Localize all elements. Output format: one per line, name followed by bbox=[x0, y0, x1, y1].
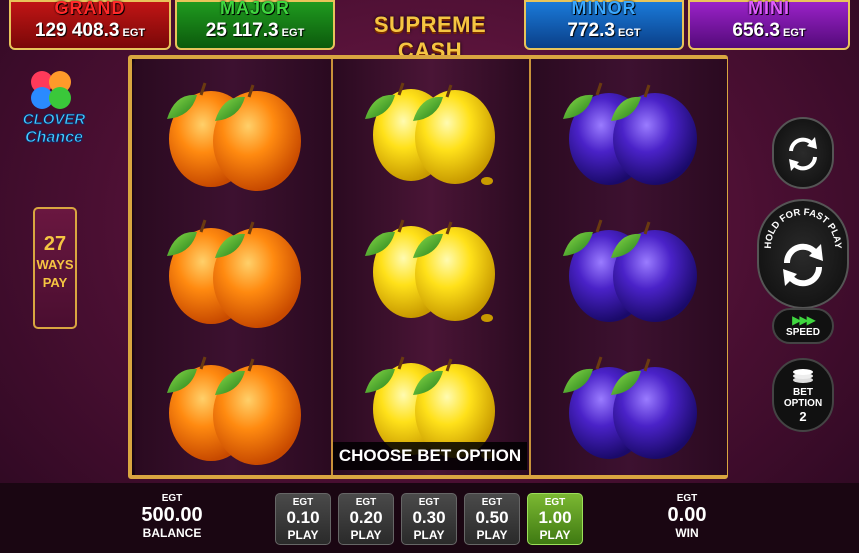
jackpot-mini: MINI 656.3 EGT bbox=[688, 0, 850, 50]
bet-amount: 0.30 bbox=[412, 508, 446, 527]
bet-option-label: OPTION bbox=[783, 398, 823, 409]
orange-symbol bbox=[145, 347, 315, 467]
orange-symbol bbox=[145, 210, 315, 330]
plum-symbol bbox=[541, 73, 711, 193]
jackpot-mini-value: 656.3 EGT bbox=[732, 20, 806, 41]
bet-currency: EGT bbox=[481, 497, 503, 508]
svg-text:Chance: Chance bbox=[25, 129, 83, 146]
spin-arrows-icon bbox=[783, 243, 823, 287]
svg-text:HOLD FOR FAST PLAY: HOLD FOR FAST PLAY bbox=[763, 207, 843, 250]
speed-label: SPEED bbox=[786, 327, 820, 338]
bet-amount: 1.00 bbox=[538, 508, 572, 527]
win-currency: EGT bbox=[676, 493, 698, 504]
svg-text:CLOVER: CLOVER bbox=[23, 111, 86, 128]
bet-amount: 0.50 bbox=[475, 508, 509, 527]
bet-currency: EGT bbox=[418, 497, 440, 508]
bet-button-0-30[interactable]: EGT 0.30 PLAY bbox=[401, 493, 457, 545]
ways-count: 27 bbox=[43, 233, 67, 255]
ways-label: WAYS bbox=[36, 257, 74, 272]
jackpot-major: MAJOR 25 117.3 EGT bbox=[175, 0, 335, 50]
choose-bet-option-banner[interactable]: CHOOSE BET OPTION bbox=[333, 442, 527, 470]
bet-button-0-20[interactable]: EGT 0.20 PLAY bbox=[338, 493, 394, 545]
spin-button[interactable]: HOLD FOR FAST PLAY bbox=[757, 199, 849, 309]
autoplay-button[interactable] bbox=[772, 117, 834, 189]
bet-option-button[interactable]: BET OPTION 2 bbox=[772, 358, 834, 432]
bet-button-0-10[interactable]: EGT 0.10 PLAY bbox=[275, 493, 331, 545]
orange-symbol bbox=[145, 73, 315, 193]
jackpot-major-value: 25 117.3 EGT bbox=[205, 20, 305, 41]
clover-chance-logo: CLOVER Chance bbox=[18, 66, 90, 148]
lemon-symbol bbox=[343, 73, 513, 193]
win-display: EGT 0.00 WIN bbox=[642, 493, 732, 540]
bet-play-label: PLAY bbox=[476, 528, 508, 542]
balance-amount: 500.00 bbox=[141, 504, 203, 526]
bet-option-label: BET bbox=[793, 387, 813, 398]
bet-button-0-50[interactable]: EGT 0.50 PLAY bbox=[464, 493, 520, 545]
refresh-icon bbox=[789, 137, 817, 171]
jackpot-minor-label: MINOR bbox=[571, 0, 637, 18]
bet-amount: 0.10 bbox=[286, 508, 320, 527]
lemon-symbol bbox=[343, 210, 513, 330]
ways-pay-badge: 27 WAYS PAY bbox=[33, 207, 77, 329]
plum-symbol bbox=[541, 210, 711, 330]
jackpot-minor-value: 772.3 EGT bbox=[567, 20, 641, 41]
jackpot-mini-label: MINI bbox=[748, 0, 790, 18]
balance-display: EGT 500.00 BALANCE bbox=[127, 493, 217, 540]
bet-play-label: PLAY bbox=[539, 528, 571, 542]
bet-play-label: PLAY bbox=[287, 528, 319, 542]
plum-symbol bbox=[541, 347, 711, 467]
coins-icon bbox=[774, 366, 832, 387]
bet-currency: EGT bbox=[292, 497, 314, 508]
bet-currency: EGT bbox=[544, 497, 566, 508]
speed-button[interactable]: ▶▶▶ SPEED bbox=[772, 308, 834, 344]
bet-option-value: 2 bbox=[799, 409, 807, 424]
bet-button-1-00[interactable]: EGT 1.00 PLAY bbox=[527, 493, 583, 545]
balance-currency: EGT bbox=[161, 493, 183, 504]
jackpot-grand: GRAND 129 408.3 EGT bbox=[9, 0, 171, 50]
balance-label: BALANCE bbox=[142, 526, 202, 540]
bet-play-label: PLAY bbox=[350, 528, 382, 542]
win-amount: 0.00 bbox=[667, 504, 707, 526]
bet-currency: EGT bbox=[355, 497, 377, 508]
pay-label: PAY bbox=[42, 275, 68, 290]
jackpot-major-label: MAJOR bbox=[219, 0, 290, 18]
bet-play-label: PLAY bbox=[413, 528, 445, 542]
jackpot-grand-value: 129 408.3 EGT bbox=[34, 20, 146, 41]
jackpot-minor: MINOR 772.3 EGT bbox=[524, 0, 684, 50]
fast-forward-icon: ▶▶▶ bbox=[792, 313, 816, 327]
bet-amount: 0.20 bbox=[349, 508, 383, 527]
win-label: WIN bbox=[675, 526, 699, 540]
jackpot-grand-label: GRAND bbox=[54, 0, 126, 18]
